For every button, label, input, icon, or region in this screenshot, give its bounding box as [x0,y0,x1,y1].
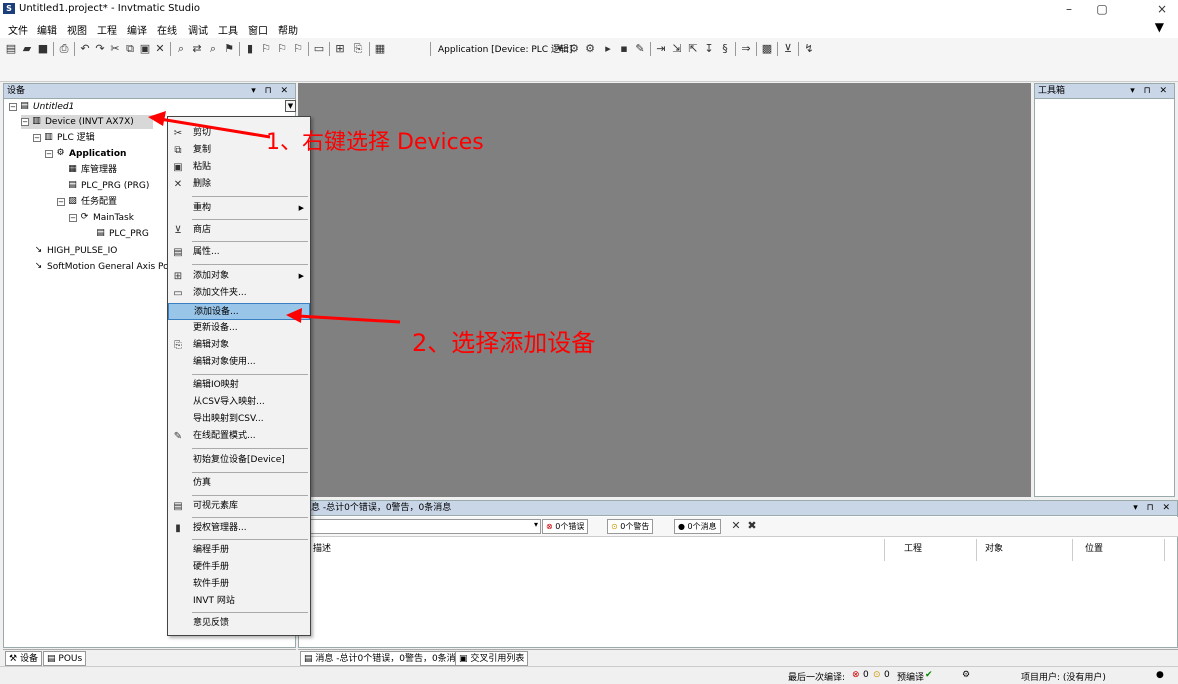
annotation-step-1: 1、右键选择 Devices [266,130,484,155]
annotation-step-2: 2、选择添加设备 [412,329,596,357]
annotation-arrowhead-1 [148,111,166,126]
annotation-arrow-2 [297,314,401,324]
annotation-arrowhead-2 [286,308,302,323]
annotation-arrow-1 [159,117,271,139]
